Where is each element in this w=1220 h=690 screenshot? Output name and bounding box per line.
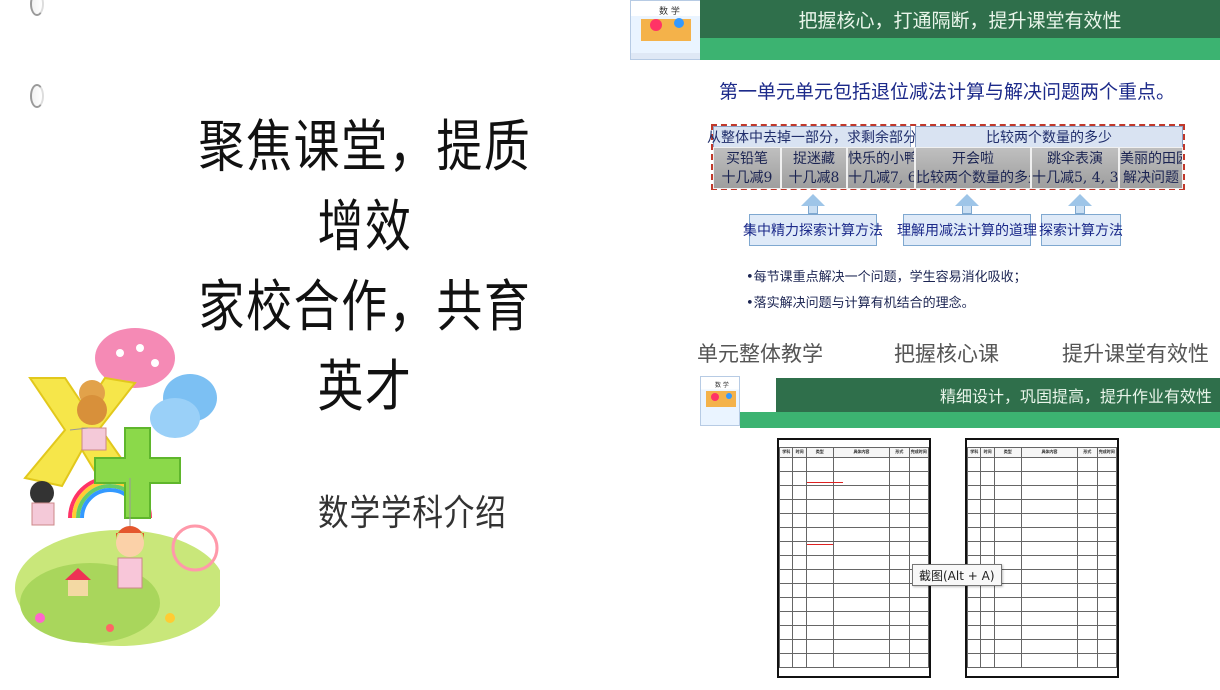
unit-headline: 第一单元单元包括退位减法计算与解决问题两个重点。 — [719, 81, 1176, 103]
screenshot-tooltip: 截图(Alt + A) — [912, 564, 1002, 586]
lesson-sub: 比较两个数量的多少 — [916, 170, 1031, 186]
table-row — [967, 513, 1117, 528]
table-row — [967, 541, 1117, 556]
main-title-line1: 聚焦课堂，提质增效 — [198, 115, 532, 260]
table-row — [779, 471, 929, 486]
textbook-art — [706, 391, 736, 407]
sheet-header: 时间 — [980, 447, 995, 458]
arrow-up-icon — [801, 194, 825, 206]
homework-sheet-right: 学科 时间 类型 具体内容 形式 完成时间 — [965, 438, 1119, 678]
table-row — [779, 457, 929, 472]
method-box: 探索计算方法 — [1039, 214, 1123, 246]
table-row — [779, 555, 929, 570]
sheet-header: 具体内容 — [1020, 447, 1079, 458]
lesson-name: 美丽的田园 — [1120, 151, 1183, 167]
lesson-card: 美丽的田园 解决问题 — [1119, 147, 1183, 189]
table-row — [967, 527, 1117, 542]
lesson-sub: 十几减7, 6 — [848, 170, 915, 186]
table-row — [779, 527, 929, 542]
section-banner-2: 精细设计，巩固提高，提升作业有效性 — [776, 378, 1220, 412]
bullet-point: •落实解决问题与计算有机结合的理念。 — [746, 296, 975, 311]
table-row — [967, 471, 1117, 486]
table-row — [779, 611, 929, 626]
table-row — [779, 499, 929, 514]
binder-ring-top — [30, 0, 44, 16]
group-label-left: 从整体中去掉一部分，求剩余部分 — [707, 126, 917, 148]
table-row — [967, 597, 1117, 612]
method-box: 理解用减法计算的道理 — [897, 214, 1037, 246]
banner-strip-2 — [740, 412, 1220, 428]
tag-label: 提升课堂有效性 — [1062, 342, 1209, 366]
lesson-sub: 十几减9 — [721, 170, 773, 186]
table-row — [779, 485, 929, 500]
sheet-table: 学科 时间 类型 具体内容 形式 完成时间 — [779, 447, 929, 668]
red-underline — [807, 544, 833, 545]
textbook-cover: 数 学 — [630, 0, 704, 60]
table-row — [779, 569, 929, 584]
lesson-card: 跳伞表演 十几减5, 4, 3, 2 — [1031, 147, 1119, 189]
table-row — [967, 653, 1117, 668]
sheet-title — [779, 440, 929, 447]
bullet-point: •每节课重点解决一个问题，学生容易消化吸收； — [746, 270, 1027, 285]
lesson-card: 捉迷藏 十几减8 — [781, 147, 847, 189]
sheet-table: 学科 时间 类型 具体内容 形式 完成时间 — [967, 447, 1117, 668]
lesson-name: 开会啦 — [952, 151, 994, 167]
sheet-header: 具体内容 — [832, 447, 891, 458]
sheet-header: 形式 — [1077, 447, 1098, 458]
textbook-art — [631, 18, 703, 59]
section-banner: 把握核心，打通隔断，提升课堂有效性 — [700, 0, 1220, 38]
sheet-header: 完成时间 — [1096, 447, 1117, 458]
table-row — [779, 513, 929, 528]
main-title-line2: 家校合作，共育英才 — [198, 275, 532, 420]
lesson-card: 买铅笔 十几减9 — [713, 147, 781, 189]
tag-label: 单元整体教学 — [697, 342, 823, 366]
balloon-illustration — [15, 328, 220, 646]
lesson-sub: 解决问题 — [1123, 170, 1179, 186]
table-row — [967, 611, 1117, 626]
homework-sheet-left: 学科 时间 类型 具体内容 形式 完成时间 — [777, 438, 931, 678]
table-row — [967, 485, 1117, 500]
sheet-header: 完成时间 — [908, 447, 929, 458]
lesson-name: 买铅笔 — [726, 151, 768, 167]
group-label-right: 比较两个数量的多少 — [915, 126, 1183, 148]
red-underline — [807, 482, 843, 483]
table-row — [779, 541, 929, 556]
arrow-stem — [808, 206, 818, 214]
table-row — [967, 625, 1117, 640]
arrow-up-icon — [1068, 194, 1092, 206]
table-row — [779, 597, 929, 612]
sheet-header: 形式 — [889, 447, 910, 458]
sheet-header: 类型 — [993, 447, 1022, 458]
subject-title: 数学学科介绍 — [318, 493, 507, 534]
banner-strip — [700, 38, 1220, 60]
table-row — [779, 625, 929, 640]
table-row — [779, 583, 929, 598]
arrow-up-icon — [955, 194, 979, 206]
table-row — [779, 653, 929, 668]
sheet-header: 学科 — [967, 447, 982, 458]
arrow-stem — [1075, 206, 1085, 214]
main-title: 聚焦课堂，提质增效 家校合作，共育英才 — [189, 108, 542, 428]
sheet-title — [967, 440, 1117, 447]
sheet-header: 时间 — [792, 447, 807, 458]
lesson-name: 捉迷藏 — [793, 151, 835, 167]
textbook-cover-small: 数 学 — [700, 376, 740, 426]
tag-label: 把握核心课 — [894, 342, 999, 366]
table-row — [779, 639, 929, 654]
lesson-name: 跳伞表演 — [1047, 151, 1103, 167]
lesson-card: 快乐的小鸭 十几减7, 6 — [847, 147, 915, 189]
binder-ring — [30, 84, 44, 108]
lesson-card: 开会啦 比较两个数量的多少 — [915, 147, 1031, 189]
lesson-sub: 十几减8 — [788, 170, 840, 186]
arrow-stem — [962, 206, 972, 214]
table-row — [967, 457, 1117, 472]
lesson-sub: 十几减5, 4, 3, 2 — [1032, 170, 1119, 186]
sheet-header: 学科 — [779, 447, 794, 458]
sheet-header: 类型 — [805, 447, 834, 458]
method-box: 集中精力探索计算方法 — [743, 214, 883, 246]
table-row — [967, 639, 1117, 654]
table-row — [967, 499, 1117, 514]
lesson-name: 快乐的小鸭 — [848, 151, 915, 167]
